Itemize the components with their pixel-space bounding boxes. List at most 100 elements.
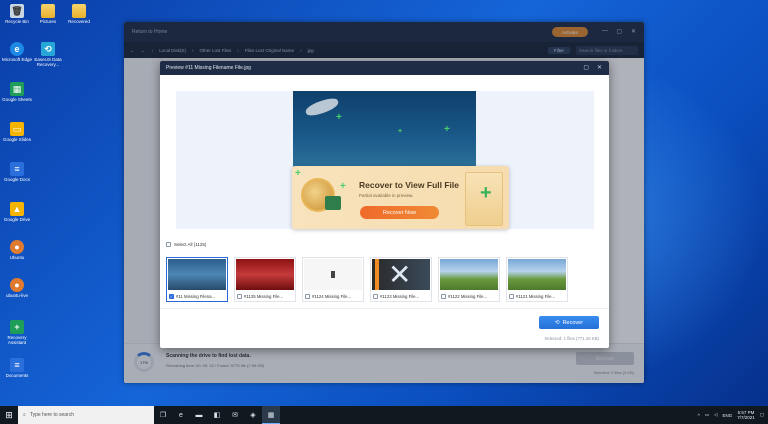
recover-icon: ⟲ (554, 319, 560, 326)
thumbnail-caption: #1123 Missing File... (373, 294, 430, 299)
thumbnail-item[interactable]: #1125 Missing File... (234, 257, 296, 302)
banner-subtitle: Partial available in preview. (359, 193, 414, 198)
desktop-icon[interactable]: ● ubuntu-live (2, 278, 32, 298)
thumbnail-item[interactable]: ✓ #11 Missing Filena... (166, 257, 228, 302)
thumbnail-item[interactable]: ✕ #1123 Missing File... (370, 257, 432, 302)
modal-footer-divider (160, 308, 609, 309)
edge-taskbar-icon[interactable]: e (172, 406, 190, 424)
desktop-icon-label: Recovered (68, 19, 90, 24)
desktop-icon-label: Pictures (39, 19, 57, 24)
app-taskbar-icon[interactable]: ◈ (244, 406, 262, 424)
select-all-checkbox[interactable] (166, 242, 171, 247)
network-icon[interactable]: ▭ (705, 412, 709, 418)
desktop-icon[interactable]: ≡ Documents (2, 358, 32, 378)
file-document-icon: + (465, 172, 503, 226)
desktop-icon-label: Google Sheets (2, 97, 32, 102)
thumbnail-label: #1124 Missing File... (312, 294, 352, 299)
recover-banner: + + Recover to View Full File Partial av… (292, 166, 509, 229)
taskbar: ⊞ ⌕ Type here to search ❐ e ▬ ◧ ✉ ◈ ▦ ^ … (0, 406, 768, 424)
gslide-icon: ▲ (10, 202, 24, 216)
thumbnail-caption: #1125 Missing File... (237, 294, 294, 299)
preview-dialog-header: Preview #11 Missing Filename File.jpg ▢ … (160, 61, 609, 75)
thumbnail-checkbox[interactable] (509, 294, 514, 299)
app-icon: ⟲ (41, 42, 55, 56)
taskbar-search[interactable]: ⌕ Type here to search (18, 406, 154, 424)
desktop-icon-label: Documents (5, 373, 29, 378)
person-icon: ● (10, 240, 24, 254)
desktop-icon[interactable]: ≡ Google Docs (2, 162, 32, 182)
green-arrow-icon (325, 196, 341, 210)
gsheet-icon: ▦ (10, 82, 24, 96)
desktop-icon[interactable]: ⟲ EaseUS Data Recovery... (33, 42, 63, 67)
thumbnail-label: #1125 Missing File... (244, 294, 284, 299)
store-icon[interactable]: ◧ (208, 406, 226, 424)
thumbnail-image (236, 259, 294, 290)
sparkle-icon: + (398, 128, 403, 135)
plus-icon: + (480, 182, 492, 204)
system-tray: ^ ▭ ◁ ENG 5:57 PM 7/7/2021 ▢ (698, 410, 768, 420)
desktop-icon[interactable]: Recovered (64, 4, 94, 24)
thumbnail-item[interactable]: #1122 Missing File... (438, 257, 500, 302)
thumbnail-item[interactable]: #1124 Missing File... (302, 257, 364, 302)
volume-icon[interactable]: ◁ (714, 412, 717, 418)
chevron-up-icon[interactable]: ^ (698, 413, 700, 418)
thumbnail-label: #1121 Missing File... (516, 294, 556, 299)
desktop-icon[interactable]: ▦ Google Sheets (2, 82, 32, 102)
thumbnail-image (168, 259, 226, 290)
recover-button[interactable]: ⟲ Recover (539, 316, 599, 329)
windows-start-icon[interactable]: ⊞ (0, 406, 18, 424)
folder-icon (41, 4, 55, 18)
folder-icon (72, 4, 86, 18)
edge-icon: e (10, 42, 24, 56)
language-indicator[interactable]: ENG (722, 413, 732, 418)
thumbnail-checkbox[interactable] (441, 294, 446, 299)
desktop-icon-label: Recycle Bin (5, 19, 29, 24)
thumbnail-checkbox[interactable] (305, 294, 310, 299)
desktop-icon-label: Recovery Assistant (7, 335, 27, 345)
gdoc-icon: ≡ (10, 358, 24, 372)
restore-icon[interactable]: ▢ (583, 64, 589, 71)
desktop-icon[interactable]: ● Ubuntu (2, 240, 32, 260)
desktop-icon-label: Google Drive (3, 217, 31, 222)
select-all-label: Select All (1125) (174, 242, 207, 247)
recovery-app-taskbar-icon[interactable]: ▦ (262, 406, 280, 424)
desktop-icon-label: Microsoft Edge (2, 57, 33, 62)
thumbnail-checkbox[interactable] (237, 294, 242, 299)
close-icon[interactable]: ✕ (597, 64, 602, 71)
taskbar-clock[interactable]: 5:57 PM 7/7/2021 (737, 410, 755, 420)
thumbnail-item[interactable]: #1121 Missing File... (506, 257, 568, 302)
recover-now-button[interactable]: Recover Now (360, 206, 439, 219)
thumbnail-checkbox[interactable]: ✓ (169, 294, 174, 299)
x-logo-icon: ✕ (388, 259, 412, 290)
sparkle-icon: + (295, 168, 301, 179)
orange-bar-shape (375, 259, 379, 290)
search-icon: ⌕ (23, 412, 26, 418)
desktop-icon[interactable]: ▭ Google Slides (2, 122, 32, 142)
thumbnail-label: #11 Missing Filena... (176, 294, 216, 299)
thumbnail-caption: ✓ #11 Missing Filena... (169, 294, 226, 299)
preview-dialog-title: Preview #11 Missing Filename File.jpg (166, 65, 251, 71)
desktop-icon[interactable]: ▲ Google Drive (2, 202, 32, 222)
gdoc-icon: ≡ (10, 162, 24, 176)
thumbnail-checkbox[interactable] (373, 294, 378, 299)
file-explorer-icon[interactable]: ▬ (190, 406, 208, 424)
notification-icon[interactable]: ▢ (760, 412, 764, 418)
person-icon: ● (10, 278, 24, 292)
desktop-icon[interactable]: Pictures (33, 4, 63, 24)
thumbnail-caption: #1124 Missing File... (305, 294, 362, 299)
thumbnail-image (304, 259, 362, 290)
preview-fish-shape (303, 96, 341, 118)
gsheet-icon: + (10, 320, 24, 334)
mail-icon[interactable]: ✉ (226, 406, 244, 424)
taskbar-date: 7/7/2021 (737, 415, 755, 420)
desktop-icon[interactable]: 🗑 Recycle Bin (2, 4, 32, 24)
desktop-icon-label: Google Slides (2, 137, 32, 142)
thumbnail-image (508, 259, 566, 290)
desktop-icon[interactable]: e Microsoft Edge (2, 42, 32, 62)
task-view-icon[interactable]: ❐ (154, 406, 172, 424)
preview-area: + + + + + Recover to View Full File Part… (176, 91, 594, 229)
desktop-icon[interactable]: + Recovery Assistant (2, 320, 32, 345)
thumbnail-caption: #1122 Missing File... (441, 294, 498, 299)
select-all[interactable]: Select All (1125) (166, 242, 206, 247)
recover-button-label: Recover (562, 319, 584, 326)
